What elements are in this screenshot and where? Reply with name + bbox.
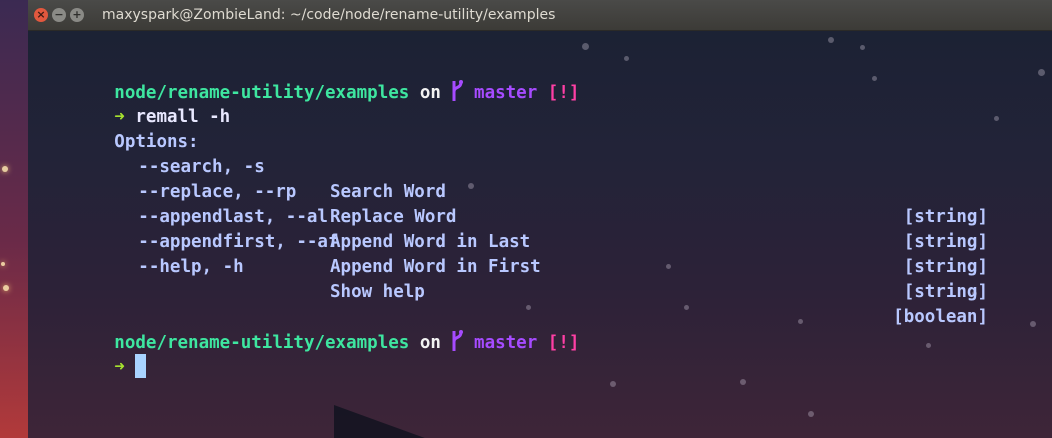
option-description: Show help <box>330 282 425 302</box>
text-cursor[interactable] <box>135 353 147 378</box>
prompt-on: on <box>419 83 441 103</box>
option-description: Append Word in First <box>330 257 541 277</box>
close-button[interactable]: × <box>34 8 48 22</box>
option-type: [string] <box>903 282 988 302</box>
wallpaper-light <box>1 262 5 266</box>
git-status: [!] <box>547 83 580 103</box>
git-branch-icon <box>451 330 464 356</box>
background-star <box>610 381 616 387</box>
background-star <box>666 264 671 269</box>
maximize-icon: + <box>72 8 82 21</box>
background-star <box>828 37 834 43</box>
background-star <box>624 56 629 61</box>
option-row: --appendlast, --al Append Word in Last [… <box>54 180 988 277</box>
git-branch-name: master <box>474 83 538 103</box>
wallpaper-roof-silhouette <box>334 405 444 438</box>
prompt-arrow-icon: ➜ <box>114 357 125 377</box>
close-icon: × <box>36 8 46 21</box>
option-row: --search, -s Search Word [string] <box>54 130 988 227</box>
help-header: Options: <box>30 105 198 152</box>
background-star <box>684 305 689 310</box>
prompt-line: node/rename-utility/examples on master [… <box>30 55 579 103</box>
window-title: maxyspark@ZombieLand: ~/code/node/rename… <box>102 7 556 23</box>
window-controls: × − + <box>34 8 84 22</box>
git-branch-name: master <box>474 333 538 353</box>
option-row: --help, -h Show help [boolean] <box>54 230 988 327</box>
background-star <box>582 43 589 50</box>
background-star <box>798 319 803 324</box>
option-type: [boolean] <box>893 307 988 327</box>
git-branch-icon <box>451 80 464 106</box>
minimize-button[interactable]: − <box>52 8 66 22</box>
prompt-on: on <box>419 333 441 353</box>
current-input-line[interactable]: ➜ <box>30 330 147 378</box>
background-star <box>740 379 746 385</box>
prompt-line: node/rename-utility/examples on master [… <box>30 305 579 353</box>
option-flag: --help, -h <box>138 257 244 277</box>
minimize-icon: − <box>54 8 64 21</box>
prompt-path: node/rename-utility/examples <box>114 333 410 353</box>
maximize-button[interactable]: + <box>70 8 84 22</box>
wallpaper-light <box>3 285 9 291</box>
option-row: --replace, --rp Replace Word [string] <box>54 155 988 252</box>
wallpaper-light <box>2 166 8 172</box>
command-line: ➜ remall -h <box>30 80 230 127</box>
background-star <box>860 45 865 50</box>
option-type: [string] <box>903 257 988 277</box>
background-star <box>808 411 814 417</box>
option-row: --appendfirst, --af Append Word in First… <box>54 205 988 302</box>
git-status: [!] <box>547 333 580 353</box>
terminal-window: × − + maxyspark@ZombieLand: ~/code/node/… <box>28 0 1052 438</box>
background-star <box>926 343 931 348</box>
terminal-area[interactable]: node/rename-utility/examples on master [… <box>28 31 1052 438</box>
desktop-wallpaper-strip <box>0 0 28 438</box>
desktop: × − + maxyspark@ZombieLand: ~/code/node/… <box>0 0 1052 438</box>
background-star <box>872 76 877 81</box>
background-star <box>994 116 999 121</box>
background-star <box>1038 69 1045 76</box>
background-star <box>1030 321 1036 327</box>
window-titlebar[interactable]: × − + maxyspark@ZombieLand: ~/code/node/… <box>28 0 1052 31</box>
